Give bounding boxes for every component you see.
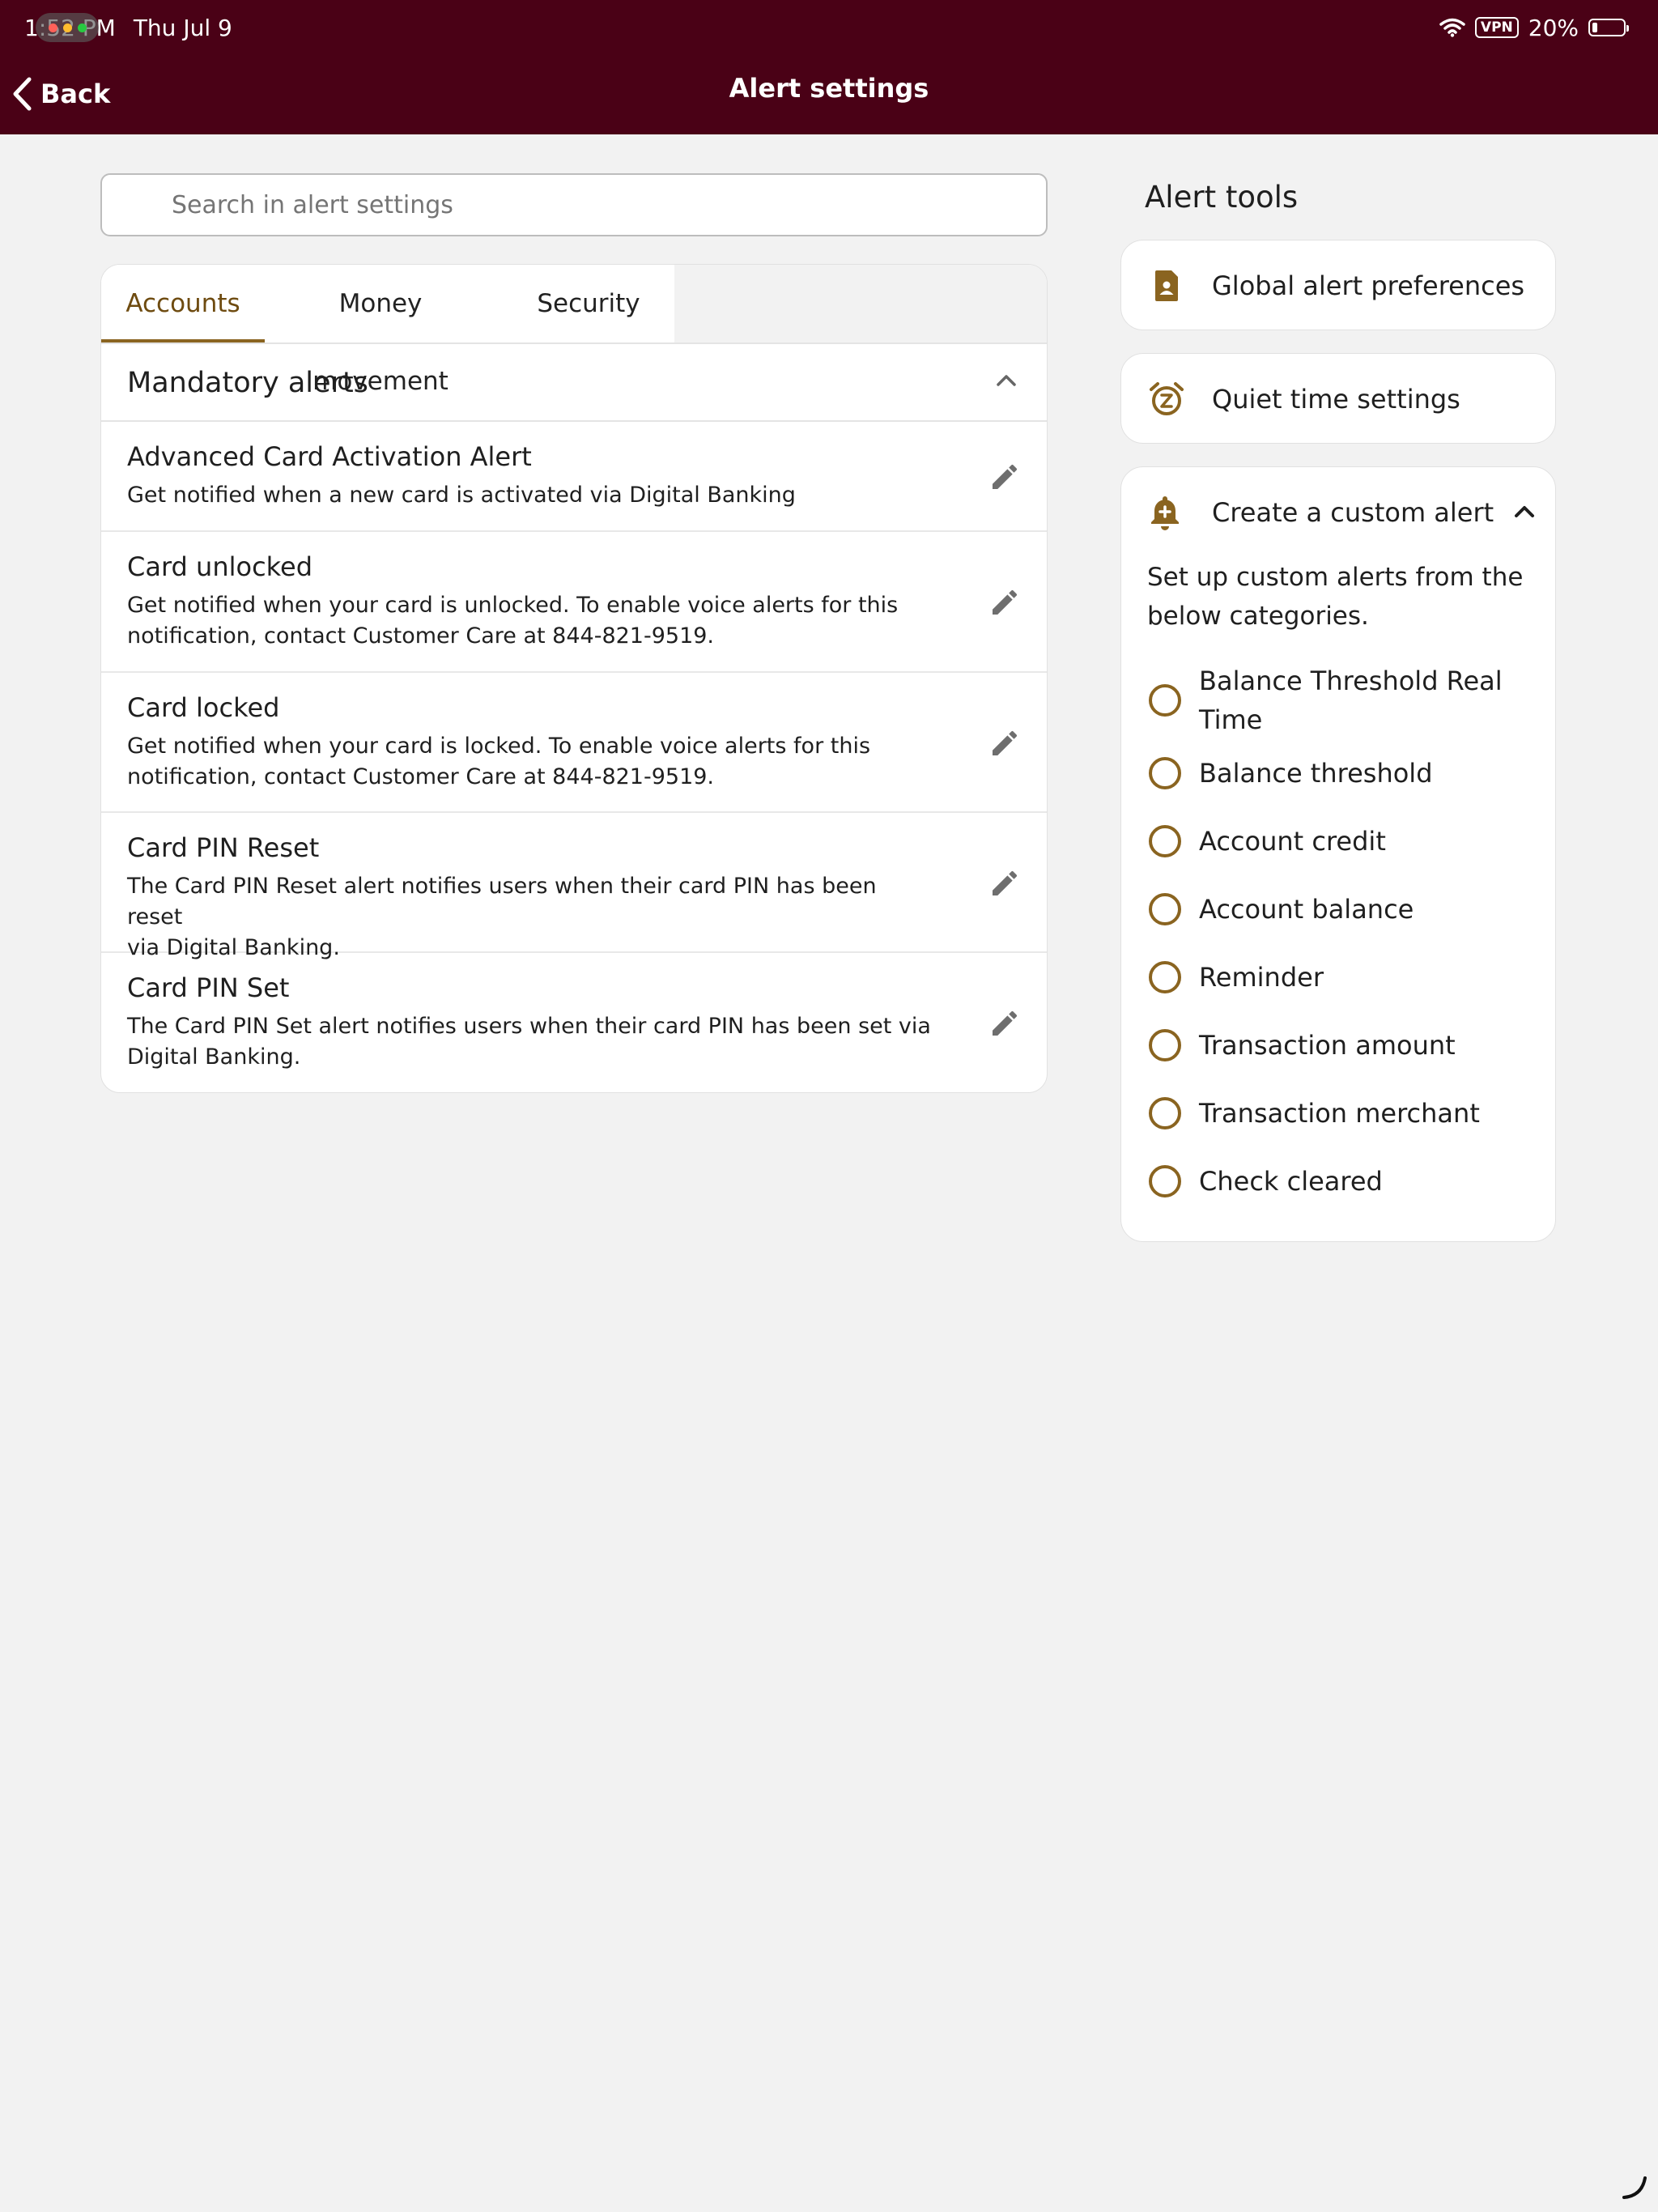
alert-row: Card unlocked Get notified when your car… [101, 532, 1047, 673]
alert-row: Card PIN Reset The Card PIN Reset alert … [101, 813, 1047, 960]
tab-accounts[interactable]: Accounts [101, 265, 265, 342]
create-custom-alert-label: Create a custom alert [1212, 497, 1494, 528]
radio-button[interactable] [1149, 1097, 1181, 1129]
radio-label: Account balance [1199, 894, 1414, 925]
alert-title: Card PIN Set [127, 972, 290, 1003]
resize-corner-icon[interactable] [1621, 2173, 1648, 2201]
pencil-icon [993, 1010, 1018, 1036]
radio-button[interactable] [1149, 961, 1181, 993]
radio-option-account-credit[interactable]: Account credit [1149, 822, 1537, 861]
edit-alert-button[interactable] [987, 725, 1022, 761]
create-custom-alert-panel: Create a custom alert Set up custom aler… [1120, 466, 1556, 1242]
alert-row: Card PIN Set The Card PIN Set alert noti… [101, 953, 1047, 1092]
radio-option-transaction-merchant[interactable]: Transaction merchant [1149, 1094, 1537, 1133]
mandatory-alerts-header[interactable]: Mandatory alerts [101, 344, 1047, 422]
alert-title: Card locked [127, 692, 280, 723]
status-date: Thu Jul 9 [133, 14, 232, 41]
alert-description-line: The Card PIN Set alert notifies users wh… [127, 1014, 931, 1039]
alerts-card: Accounts Money movement Security Mandato… [100, 264, 1048, 1093]
alert-description: Get notified when your card is locked. T… [127, 731, 937, 793]
quiet-time-settings-button[interactable]: Quiet time settings [1120, 353, 1556, 444]
global-alert-label: Global alert preferences [1212, 270, 1525, 301]
alert-description-line: Get notified when a new card is activate… [127, 483, 796, 508]
search-input[interactable] [100, 173, 1048, 236]
global-alert-preferences-button[interactable]: Global alert preferences [1120, 240, 1556, 330]
wifi-icon [1439, 18, 1465, 37]
radio-label: Account credit [1199, 826, 1386, 857]
edit-alert-button[interactable] [987, 585, 1022, 620]
alert-description-line: The Card PIN Reset alert notifies users … [127, 874, 877, 929]
create-custom-alert-header[interactable]: Create a custom alert [1121, 467, 1557, 558]
chevron-up-icon [1515, 506, 1534, 517]
radio-label: Transaction amount [1199, 1030, 1456, 1061]
edit-alert-button[interactable] [987, 459, 1022, 495]
minimize-dot-icon[interactable] [62, 23, 72, 32]
status-bar-right: VPN 20% [1439, 13, 1629, 42]
tab-money-movement[interactable]: Money movement [273, 265, 488, 396]
tab-security[interactable]: Security [530, 265, 647, 342]
radio-option-balance-threshold[interactable]: Balance threshold [1149, 754, 1537, 793]
alert-description-line: notification, contact Customer Care at 8… [127, 764, 715, 789]
quiet-time-label: Quiet time settings [1212, 384, 1460, 415]
edit-alert-button[interactable] [987, 866, 1022, 901]
page-title: Alert settings [729, 73, 929, 104]
intro-line: below categories. [1147, 602, 1369, 631]
alert-tools-title: Alert tools [1145, 180, 1299, 215]
tab-bar: Accounts Money movement Security [101, 265, 1047, 396]
radio-label: Balance threshold [1199, 758, 1433, 789]
alert-title: Card PIN Reset [127, 832, 320, 863]
edit-alert-button[interactable] [987, 1006, 1022, 1041]
radio-button[interactable] [1149, 684, 1181, 717]
vpn-badge: VPN [1474, 17, 1519, 38]
radio-label: Balance Threshold Real Time [1199, 661, 1523, 739]
section-title: Mandatory alerts [127, 367, 368, 399]
radio-label: Transaction merchant [1199, 1098, 1480, 1129]
alert-title: Advanced Card Activation Alert [127, 441, 532, 472]
alert-description-line: Get notified when your card is unlocked.… [127, 593, 899, 618]
alert-description: The Card PIN Set alert notifies users wh… [127, 1011, 937, 1073]
custom-alert-intro: Set up custom alerts from the below cate… [1147, 558, 1528, 636]
radio-button[interactable] [1149, 825, 1181, 857]
contact-document-icon [1155, 270, 1178, 301]
radio-button[interactable] [1149, 1029, 1181, 1061]
radio-button[interactable] [1149, 893, 1181, 925]
alert-description: Get notified when a new card is activate… [127, 480, 937, 511]
radio-label: Check cleared [1199, 1166, 1383, 1197]
snooze-alarm-icon [1150, 382, 1184, 415]
alert-title: Card unlocked [127, 551, 313, 582]
radio-label-line: Time [1199, 704, 1263, 735]
radio-option-check-cleared[interactable]: Check cleared [1149, 1162, 1537, 1201]
zoom-dot-icon[interactable] [77, 23, 87, 32]
radio-option-transaction-amount[interactable]: Transaction amount [1149, 1026, 1537, 1065]
alert-description: Get notified when your card is unlocked.… [127, 590, 937, 652]
alert-row: Card locked Get notified when your card … [101, 673, 1047, 813]
radio-button[interactable] [1149, 757, 1181, 789]
radio-label: Reminder [1199, 962, 1324, 993]
battery-icon [1588, 19, 1629, 36]
intro-line: Set up custom alerts from the [1147, 563, 1524, 592]
radio-option-balance-threshold-real-time[interactable]: Balance Threshold Real Time [1149, 661, 1537, 739]
chevron-up-icon [997, 375, 1016, 386]
app-header: 1:52 PM Thu Jul 9 VPN 20% Back Alert set… [0, 0, 1658, 134]
radio-label-line: Balance Threshold Real [1199, 666, 1503, 696]
pencil-icon [993, 464, 1018, 489]
window-controls[interactable] [36, 13, 99, 42]
alert-description-line: Digital Banking. [127, 1044, 301, 1070]
alert-description-line: Get notified when your card is locked. T… [127, 734, 871, 759]
pencil-icon [993, 870, 1018, 895]
alert-description: The Card PIN Reset alert notifies users … [127, 871, 937, 963]
alert-row: Advanced Card Activation Alert Get notif… [101, 422, 1047, 532]
alert-description-line: notification, contact Customer Care at 8… [127, 623, 715, 649]
close-dot-icon[interactable] [48, 23, 57, 32]
add-alert-bell-icon [1151, 496, 1179, 530]
pencil-icon [993, 589, 1018, 615]
radio-option-account-balance[interactable]: Account balance [1149, 890, 1537, 929]
battery-percent: 20% [1528, 14, 1579, 41]
active-tab-indicator [101, 339, 265, 342]
radio-button[interactable] [1149, 1165, 1181, 1197]
pencil-icon [993, 730, 1018, 755]
radio-option-reminder[interactable]: Reminder [1149, 958, 1537, 997]
